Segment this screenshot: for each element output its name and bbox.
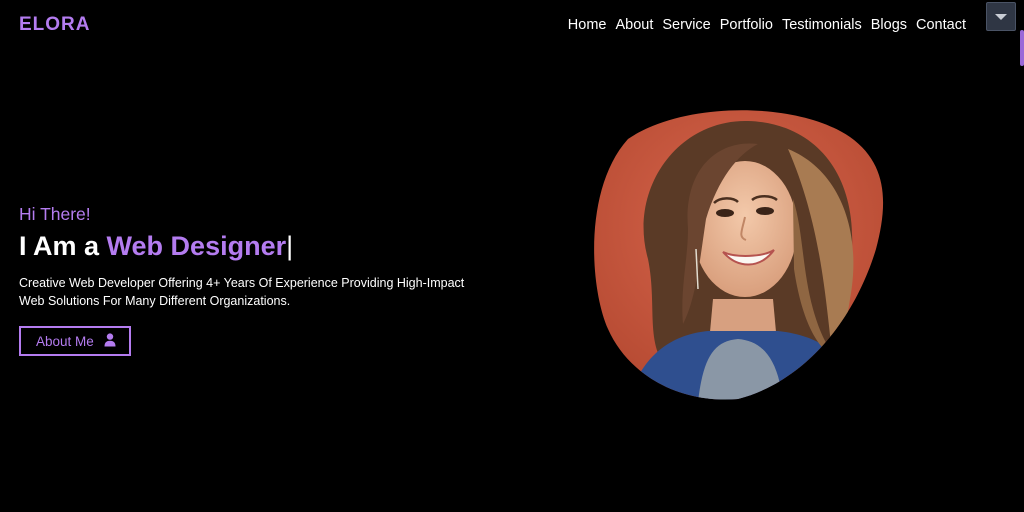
nav-home[interactable]: Home <box>568 17 607 33</box>
nav-portfolio[interactable]: Portfolio <box>720 17 773 33</box>
headline-prefix: I Am a <box>19 231 100 261</box>
typing-cursor: | <box>286 231 294 261</box>
hero-description: Creative Web Developer Offering 4+ Years… <box>19 274 469 310</box>
logo[interactable]: ELORA <box>19 14 91 36</box>
nav-about[interactable]: About <box>615 17 653 33</box>
chevron-down-icon <box>995 13 1007 20</box>
scrollbar-thumb[interactable] <box>1020 30 1024 66</box>
profile-photo <box>588 109 884 402</box>
nav-testimonials[interactable]: Testimonials <box>782 17 862 33</box>
hero-headline: I Am a Web Designer| <box>19 231 499 262</box>
about-me-label: About Me <box>36 333 94 349</box>
main-nav: Home About Service Portfolio Testimonial… <box>568 17 966 33</box>
page: ELORA Home About Service Portfolio Testi… <box>0 0 1024 512</box>
about-me-button[interactable]: About Me <box>19 326 131 356</box>
hero-greeting: Hi There! <box>19 204 91 224</box>
headline-role: Web Designer <box>106 231 287 261</box>
nav-blogs[interactable]: Blogs <box>871 17 907 33</box>
hero-section: Hi There! I Am a Web Designer| Creative … <box>19 204 499 356</box>
description-line-2: Web Solutions For Many Different Organiz… <box>19 294 291 308</box>
menu-toggle-button[interactable] <box>986 2 1016 31</box>
description-line-1: Creative Web Developer Offering 4+ Years… <box>19 276 465 290</box>
user-icon <box>104 332 116 350</box>
nav-contact[interactable]: Contact <box>916 17 966 33</box>
nav-service[interactable]: Service <box>662 17 710 33</box>
